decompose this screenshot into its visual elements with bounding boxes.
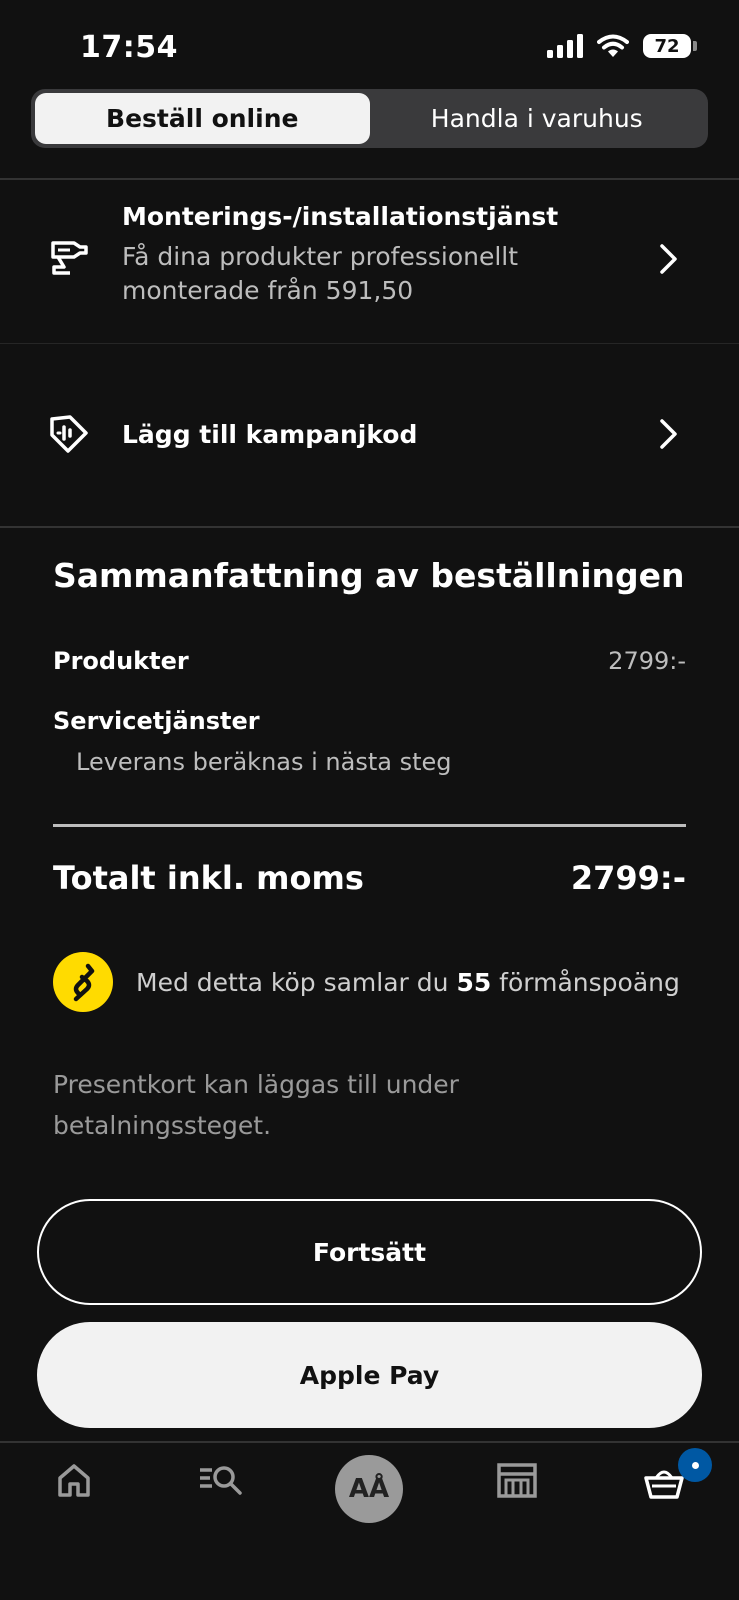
home-icon[interactable]: [56, 1462, 92, 1498]
apple-pay-button[interactable]: Apple Pay: [37, 1322, 702, 1428]
order-summary-title: Sammanfattning av beställningen: [53, 556, 685, 595]
cart-badge-dot: [691, 1461, 699, 1469]
cart-icon[interactable]: [644, 1466, 684, 1500]
products-label: Produkter: [53, 647, 189, 675]
status-bar: 17:54 72: [0, 0, 739, 90]
loyalty-points-info: Med detta köp samlar du 55 förmånspoäng: [53, 952, 680, 1012]
assembly-service-row[interactable]: Monterings-/installationstjänst Få dina …: [0, 180, 739, 343]
loyalty-points-value: 55: [456, 967, 492, 997]
tab-order-online[interactable]: Beställ online: [35, 93, 370, 144]
signal-icon: [547, 34, 583, 58]
loyalty-points-text: Med detta köp samlar du 55 förmånspoäng: [136, 968, 680, 997]
battery-indicator: 72: [643, 34, 697, 58]
wifi-icon: [597, 34, 629, 57]
search-icon[interactable]: [198, 1462, 244, 1498]
battery-level: 72: [643, 34, 691, 58]
delivery-note: Leverans beräknas i nästa steg: [76, 748, 452, 776]
checkout-screen: 17:54 72 Beställ online Handla i varuhus: [0, 0, 739, 1600]
assembly-title: Monterings-/installationstjänst: [122, 202, 559, 231]
loyalty-icon: [73, 963, 95, 1002]
cart-badge: [678, 1448, 712, 1482]
store-icon[interactable]: [497, 1462, 537, 1498]
battery-cap: [693, 41, 697, 51]
continue-button[interactable]: Fortsätt: [37, 1199, 702, 1305]
status-time: 17:54: [80, 30, 178, 65]
promo-code-row[interactable]: Lägg till kampanjkod: [0, 344, 739, 526]
chevron-right-icon: [660, 244, 677, 274]
tab-shop-in-store[interactable]: Handla i varuhus: [370, 93, 705, 144]
products-value: 2799:-: [608, 647, 686, 675]
total-value: 2799:-: [570, 859, 686, 897]
giftcard-note: Presentkort kan läggas till under betaln…: [53, 1070, 459, 1140]
tabbar-divider: [0, 1441, 739, 1443]
assembly-subtitle: Få dina produkter professionellt montera…: [122, 242, 519, 305]
loyalty-text-after: förmånspoäng: [491, 967, 680, 997]
promo-code-title: Lägg till kampanjkod: [122, 420, 418, 449]
profile-avatar[interactable]: AÅ: [335, 1455, 403, 1523]
tag-icon: [50, 415, 88, 453]
loyalty-badge: [53, 952, 113, 1012]
total-label: Totalt inkl. moms: [53, 859, 364, 897]
order-mode-segmented-control: Beställ online Handla i varuhus: [31, 89, 708, 148]
divider: [0, 526, 739, 528]
total-divider: [53, 824, 686, 827]
status-icons: 72: [547, 34, 697, 58]
services-label: Servicetjänster: [53, 707, 260, 735]
chevron-right-icon: [660, 419, 677, 449]
loyalty-text-before: Med detta köp samlar du: [136, 967, 457, 997]
drill-icon: [51, 241, 88, 275]
